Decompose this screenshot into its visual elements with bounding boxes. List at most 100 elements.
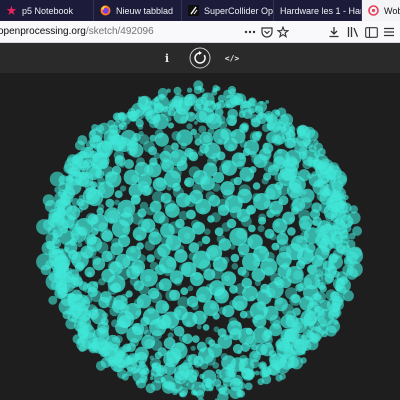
browser-nav-bar: openprocessing.org/sketch/492096 xyxy=(0,21,400,43)
particle-circle xyxy=(77,241,83,248)
particle-circle xyxy=(171,142,179,151)
particle-circle xyxy=(205,283,214,291)
particle-circle xyxy=(113,120,121,128)
particle-circle xyxy=(264,228,275,239)
particle-circle xyxy=(165,289,177,302)
particle-circle xyxy=(220,159,232,170)
particle-circle xyxy=(69,205,78,214)
menu-icon[interactable] xyxy=(382,25,396,39)
firefox-icon xyxy=(100,5,111,16)
tab-hardware-les[interactable]: Hardware les 1 - Hard xyxy=(274,0,362,21)
library-icon[interactable] xyxy=(346,25,360,39)
particle-circle xyxy=(153,211,166,224)
particle-circle xyxy=(276,125,282,130)
particle-circle xyxy=(192,310,207,325)
pocket-icon[interactable] xyxy=(260,25,274,39)
particle-circle xyxy=(120,121,127,128)
tab-label: Nieuw tabblad xyxy=(116,5,174,16)
particle-circle xyxy=(187,285,194,292)
particle-circle xyxy=(49,171,65,187)
particle-circle xyxy=(202,324,210,331)
particle-circle xyxy=(333,319,339,325)
particle-circle xyxy=(118,111,126,120)
particle-circle xyxy=(86,234,97,245)
particle-circle xyxy=(222,256,230,264)
tab-p5-notebook[interactable]: p5 Notebook xyxy=(0,0,94,21)
particle-circle xyxy=(136,157,145,167)
tab-nieuw-tabblad[interactable]: Nieuw tabblad xyxy=(94,0,182,21)
particle-circle xyxy=(227,144,235,151)
particle-circle xyxy=(129,247,136,254)
download-icon[interactable] xyxy=(327,25,341,39)
restart-button[interactable] xyxy=(189,47,211,69)
info-button[interactable]: i xyxy=(160,51,174,65)
particle-circle xyxy=(262,142,274,154)
particle-circle xyxy=(189,375,198,384)
particle-circle xyxy=(300,357,307,364)
particle-circle xyxy=(92,306,98,313)
code-button[interactable]: </> xyxy=(222,51,242,65)
particle-circle xyxy=(100,317,109,326)
particle-circle xyxy=(139,375,148,384)
particle-circle xyxy=(292,137,298,143)
particle-circle xyxy=(107,209,120,223)
particle-circle xyxy=(93,143,102,151)
particle-circle xyxy=(251,132,261,141)
particle-sphere xyxy=(36,80,364,400)
particle-circle xyxy=(198,384,202,388)
particle-circle xyxy=(154,102,165,113)
info-label: i xyxy=(164,51,170,65)
particle-circle xyxy=(252,193,261,202)
particle-circle xyxy=(190,128,197,136)
particle-circle xyxy=(245,327,253,335)
particle-circle xyxy=(77,135,88,146)
particle-circle xyxy=(265,113,273,120)
sidebar-icon[interactable] xyxy=(364,25,378,39)
particle-circle xyxy=(274,221,281,227)
particle-circle xyxy=(184,177,195,188)
particle-circle xyxy=(138,130,144,137)
particle-circle xyxy=(214,102,222,110)
particle-circle xyxy=(196,324,202,330)
restart-icon xyxy=(189,47,211,69)
sketch-toolbar: i </> xyxy=(0,43,400,73)
tab-label: p5 Notebook xyxy=(22,5,74,16)
particle-circle xyxy=(285,287,298,300)
particle-circle xyxy=(244,382,253,391)
particle-circle xyxy=(125,290,133,298)
particle-circle xyxy=(186,295,199,308)
particle-circle xyxy=(147,306,155,315)
particle-circle xyxy=(205,336,213,345)
particle-circle xyxy=(228,317,238,326)
particle-circle xyxy=(234,93,247,106)
particle-circle xyxy=(313,158,320,165)
particle-circle xyxy=(229,299,238,309)
particle-circle xyxy=(278,195,289,206)
particle-circle xyxy=(190,345,196,351)
sketch-canvas[interactable] xyxy=(0,73,400,400)
particle-circle xyxy=(186,209,196,220)
particle-circle xyxy=(124,159,134,169)
particle-circle xyxy=(166,88,171,93)
tab-supercollider[interactable]: SuperCollider Op xyxy=(182,0,274,21)
particle-circle xyxy=(207,246,219,258)
particle-circle xyxy=(216,115,226,125)
particle-circle xyxy=(260,283,270,294)
url-path: /sketch/492096 xyxy=(85,26,154,37)
particle-circle xyxy=(215,369,222,375)
particle-circle xyxy=(89,150,98,159)
particle-circle xyxy=(154,96,160,102)
particle-circle xyxy=(171,131,182,141)
particle-circle xyxy=(211,183,221,192)
particle-circle xyxy=(167,122,174,129)
particle-circle xyxy=(149,261,159,271)
tab-wobble-active[interactable]: Wobb xyxy=(362,0,400,21)
bookmark-star-icon[interactable] xyxy=(276,25,290,39)
particle-circle xyxy=(120,129,137,146)
particle-circle xyxy=(201,369,217,385)
openprocessing-icon xyxy=(368,5,379,16)
more-dots-icon[interactable] xyxy=(243,25,257,39)
particle-circle xyxy=(151,329,162,340)
particle-circle xyxy=(191,219,201,229)
particle-circle xyxy=(166,257,177,268)
